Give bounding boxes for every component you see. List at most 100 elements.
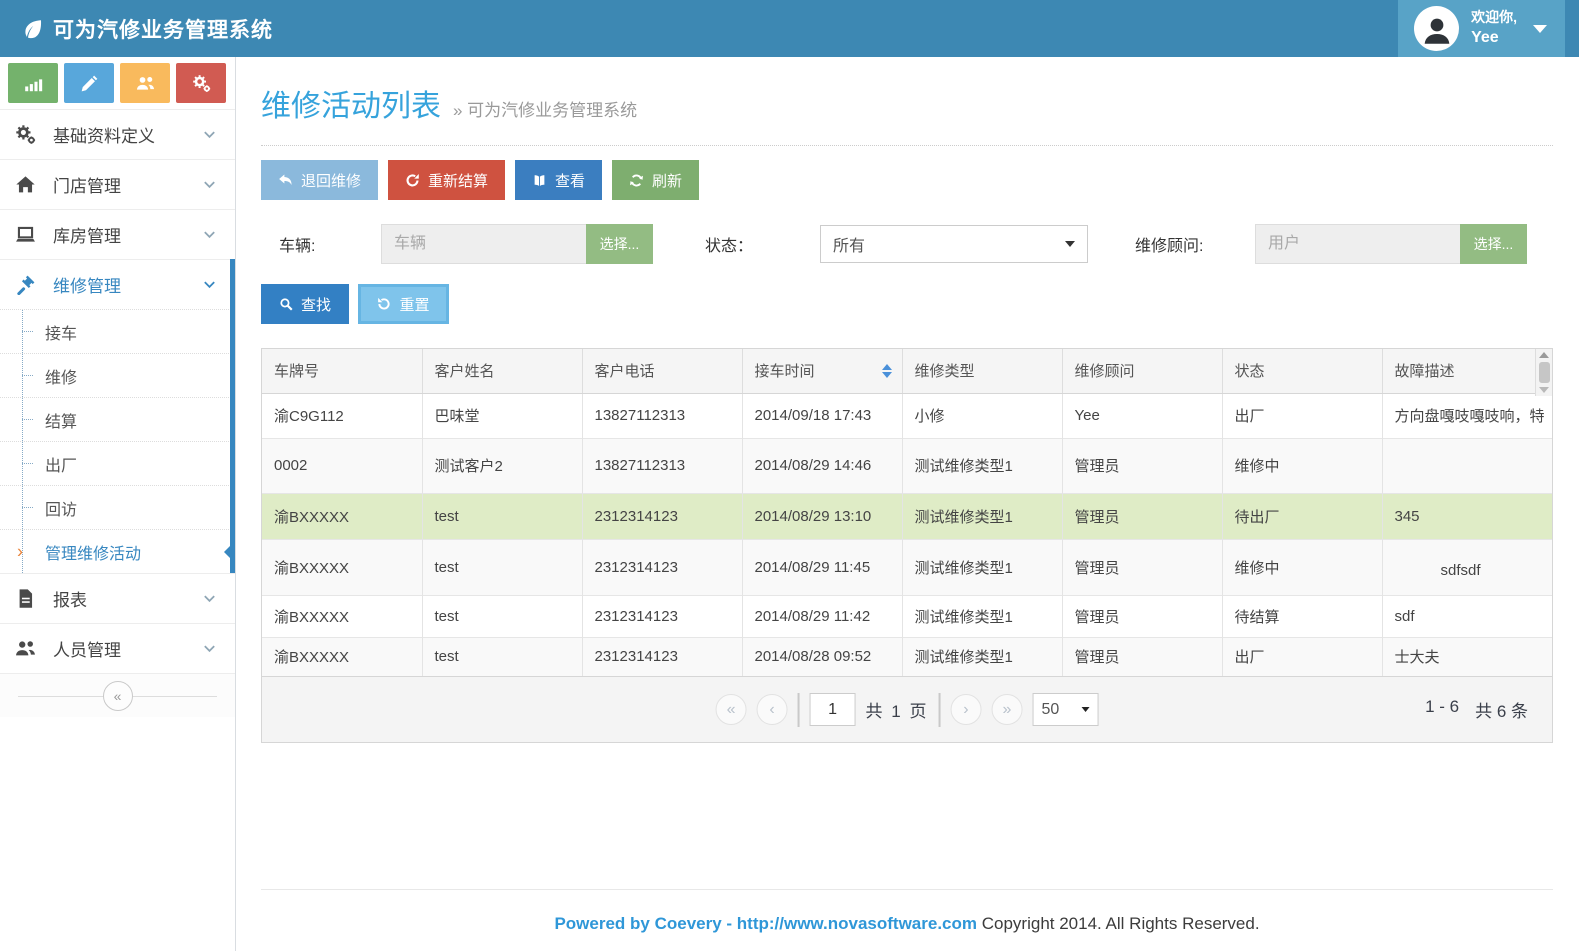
scroll-down-icon[interactable] [1539,387,1549,393]
leaf-logo-icon [22,18,44,40]
search-icon [279,297,293,311]
sidebar-item-repair-management[interactable]: 维修管理 [0,259,235,309]
toolbar: 退回维修 重新结算 查看 刷新 [261,160,1553,200]
view-button[interactable]: 查看 [515,160,602,200]
book-icon [532,173,547,188]
breadcrumb: » 可为汽修业务管理系统 [453,96,637,121]
chevron-down-icon [202,277,217,292]
status-select[interactable]: 所有 [820,225,1088,263]
page-header: 维修活动列表 » 可为汽修业务管理系统 [261,57,1553,146]
sidebar-collapse-button[interactable]: « [103,681,133,711]
advisor-input[interactable] [1255,224,1460,264]
reset-button[interactable]: 重置 [358,284,449,324]
resettle-button[interactable]: 重新结算 [388,160,505,200]
main-content: 维修活动列表 » 可为汽修业务管理系统 退回维修 重新结算 查看 刷新 车辆: [236,57,1579,951]
sidebar-item-base-data[interactable]: 基础资料定义 [0,109,235,159]
caret-down-icon [1081,707,1089,712]
welcome-text: 欢迎你, Yee [1471,8,1517,48]
user-name: Yee [1471,27,1517,49]
scrollbar-thumb[interactable] [1539,362,1550,383]
caret-down-icon [1533,25,1547,33]
pagination-controls: « ‹ 共 1 页 › » 50 [716,693,1099,727]
undo-icon [377,297,391,311]
caret-down-icon [1065,241,1075,247]
refresh-button[interactable]: 刷新 [612,160,699,200]
sidebar-item-follow-up[interactable]: 回访 [0,485,235,529]
chevron-down-icon [202,177,217,192]
shortcut-settings-button[interactable] [176,63,226,103]
column-header-receive-time[interactable]: 接车时间 [742,349,902,393]
copyright-text: Copyright 2014. All Rights Reserved. [982,914,1260,933]
powered-by-link[interactable]: Powered by Coevery - http://www.novasoft… [554,914,977,933]
vehicle-input[interactable] [381,224,586,264]
top-bar: 可为汽修业务管理系统 欢迎你, Yee [0,0,1579,57]
vehicle-select-button[interactable]: 选择... [586,224,653,264]
advisor-select-button[interactable]: 选择... [1460,224,1527,264]
first-page-button[interactable]: « [716,694,747,725]
refresh-arrows-icon [629,173,644,188]
pager-separator [938,693,940,727]
user-avatar [1414,6,1459,51]
table-row[interactable]: 渝BXXXXXtest23123141232014/08/28 09:52测试维… [262,637,1552,676]
sidebar-collapse-row: « [0,673,235,717]
advisor-input-group: 选择... [1255,224,1527,264]
gears-icon [15,124,41,145]
return-repair-button[interactable]: 退回维修 [261,160,378,200]
laptop-icon [15,224,41,245]
table-row-highlighted[interactable]: 渝BXXXXXtest23123141232014/08/29 13:10测试维… [262,493,1552,539]
status-label: 状态： [705,232,820,256]
search-button[interactable]: 查找 [261,284,349,324]
sort-icon[interactable] [882,364,892,378]
sidebar-item-manage-repair-activities[interactable]: 管理维修活动 [0,529,235,573]
shortcut-users-button[interactable] [120,63,170,103]
next-page-button[interactable]: › [950,694,981,725]
sidebar-item-leave-factory[interactable]: 出厂 [0,441,235,485]
sidebar-item-warehouse-management[interactable]: 库房管理 [0,209,235,259]
bar-chart-icon [24,74,43,93]
repair-activity-table: 车牌号 客户姓名 客户电话 接车时间 维修类型 维修顾问 状态 故障描述 [262,349,1552,676]
gears-icon [192,74,211,93]
shortcut-edit-button[interactable] [64,63,114,103]
table-scrollbar[interactable] [1535,349,1552,396]
scroll-up-icon[interactable] [1539,352,1549,358]
app-title: 可为汽修业务管理系统 [53,14,273,44]
column-header-plate[interactable]: 车牌号 [262,349,422,393]
total-pages-label: 共 1 页 [866,697,929,722]
sidebar-item-receive-car[interactable]: 接车 [0,309,235,353]
sidebar: 基础资料定义 门店管理 库房管理 维修管理 接车 维修 结算 出厂 回 [0,57,236,951]
column-header-status[interactable]: 状态 [1222,349,1382,393]
table-row[interactable]: 0002测试客户2138271123132014/08/29 14:46测试维修… [262,438,1552,493]
sidebar-item-repair[interactable]: 维修 [0,353,235,397]
column-header-repair-type[interactable]: 维修类型 [902,349,1062,393]
shortcut-chart-button[interactable] [8,63,58,103]
vehicle-input-group: 选择... [381,224,653,264]
table-row[interactable]: 渝C9G112巴味堂138271123132014/09/18 17:43小修Y… [262,393,1552,438]
sidebar-item-reports[interactable]: 报表 [0,573,235,623]
chevron-down-icon [202,641,217,656]
reply-arrow-icon [278,173,293,188]
column-header-customer-phone[interactable]: 客户电话 [582,349,742,393]
users-icon [15,638,41,659]
vehicle-label: 车辆: [261,232,381,256]
selected-item-arrow [224,541,235,563]
page-size-select[interactable]: 50 [1032,693,1098,726]
column-header-advisor[interactable]: 维修顾问 [1062,349,1222,393]
sidebar-group-repair-management: 维修管理 接车 维修 结算 出厂 回访 管理维修活动 [0,259,235,573]
sidebar-item-store-management[interactable]: 门店管理 [0,159,235,209]
sidebar-item-personnel-management[interactable]: 人员管理 [0,623,235,673]
table-row[interactable]: 渝BXXXXXtest23123141232014/08/29 11:42测试维… [262,595,1552,637]
user-menu[interactable]: 欢迎你, Yee [1398,0,1565,57]
prev-page-button[interactable]: ‹ [757,694,788,725]
pagination-info: 1 - 6 共 6 条 [1425,697,1552,722]
sidebar-item-settlement[interactable]: 结算 [0,397,235,441]
chevron-down-icon [202,127,217,142]
record-total: 共 6 条 [1475,697,1528,722]
pager-separator [798,693,800,727]
column-header-customer-name[interactable]: 客户姓名 [422,349,582,393]
column-header-fault-description[interactable]: 故障描述 [1382,349,1552,393]
last-page-button[interactable]: » [991,694,1022,725]
page-number-input[interactable] [810,693,856,726]
table-row[interactable]: 渝BXXXXXtest23123141232014/08/29 11:45测试维… [262,539,1552,595]
repair-submenu: 接车 维修 结算 出厂 回访 管理维修活动 [0,309,235,573]
chevron-down-icon [202,227,217,242]
